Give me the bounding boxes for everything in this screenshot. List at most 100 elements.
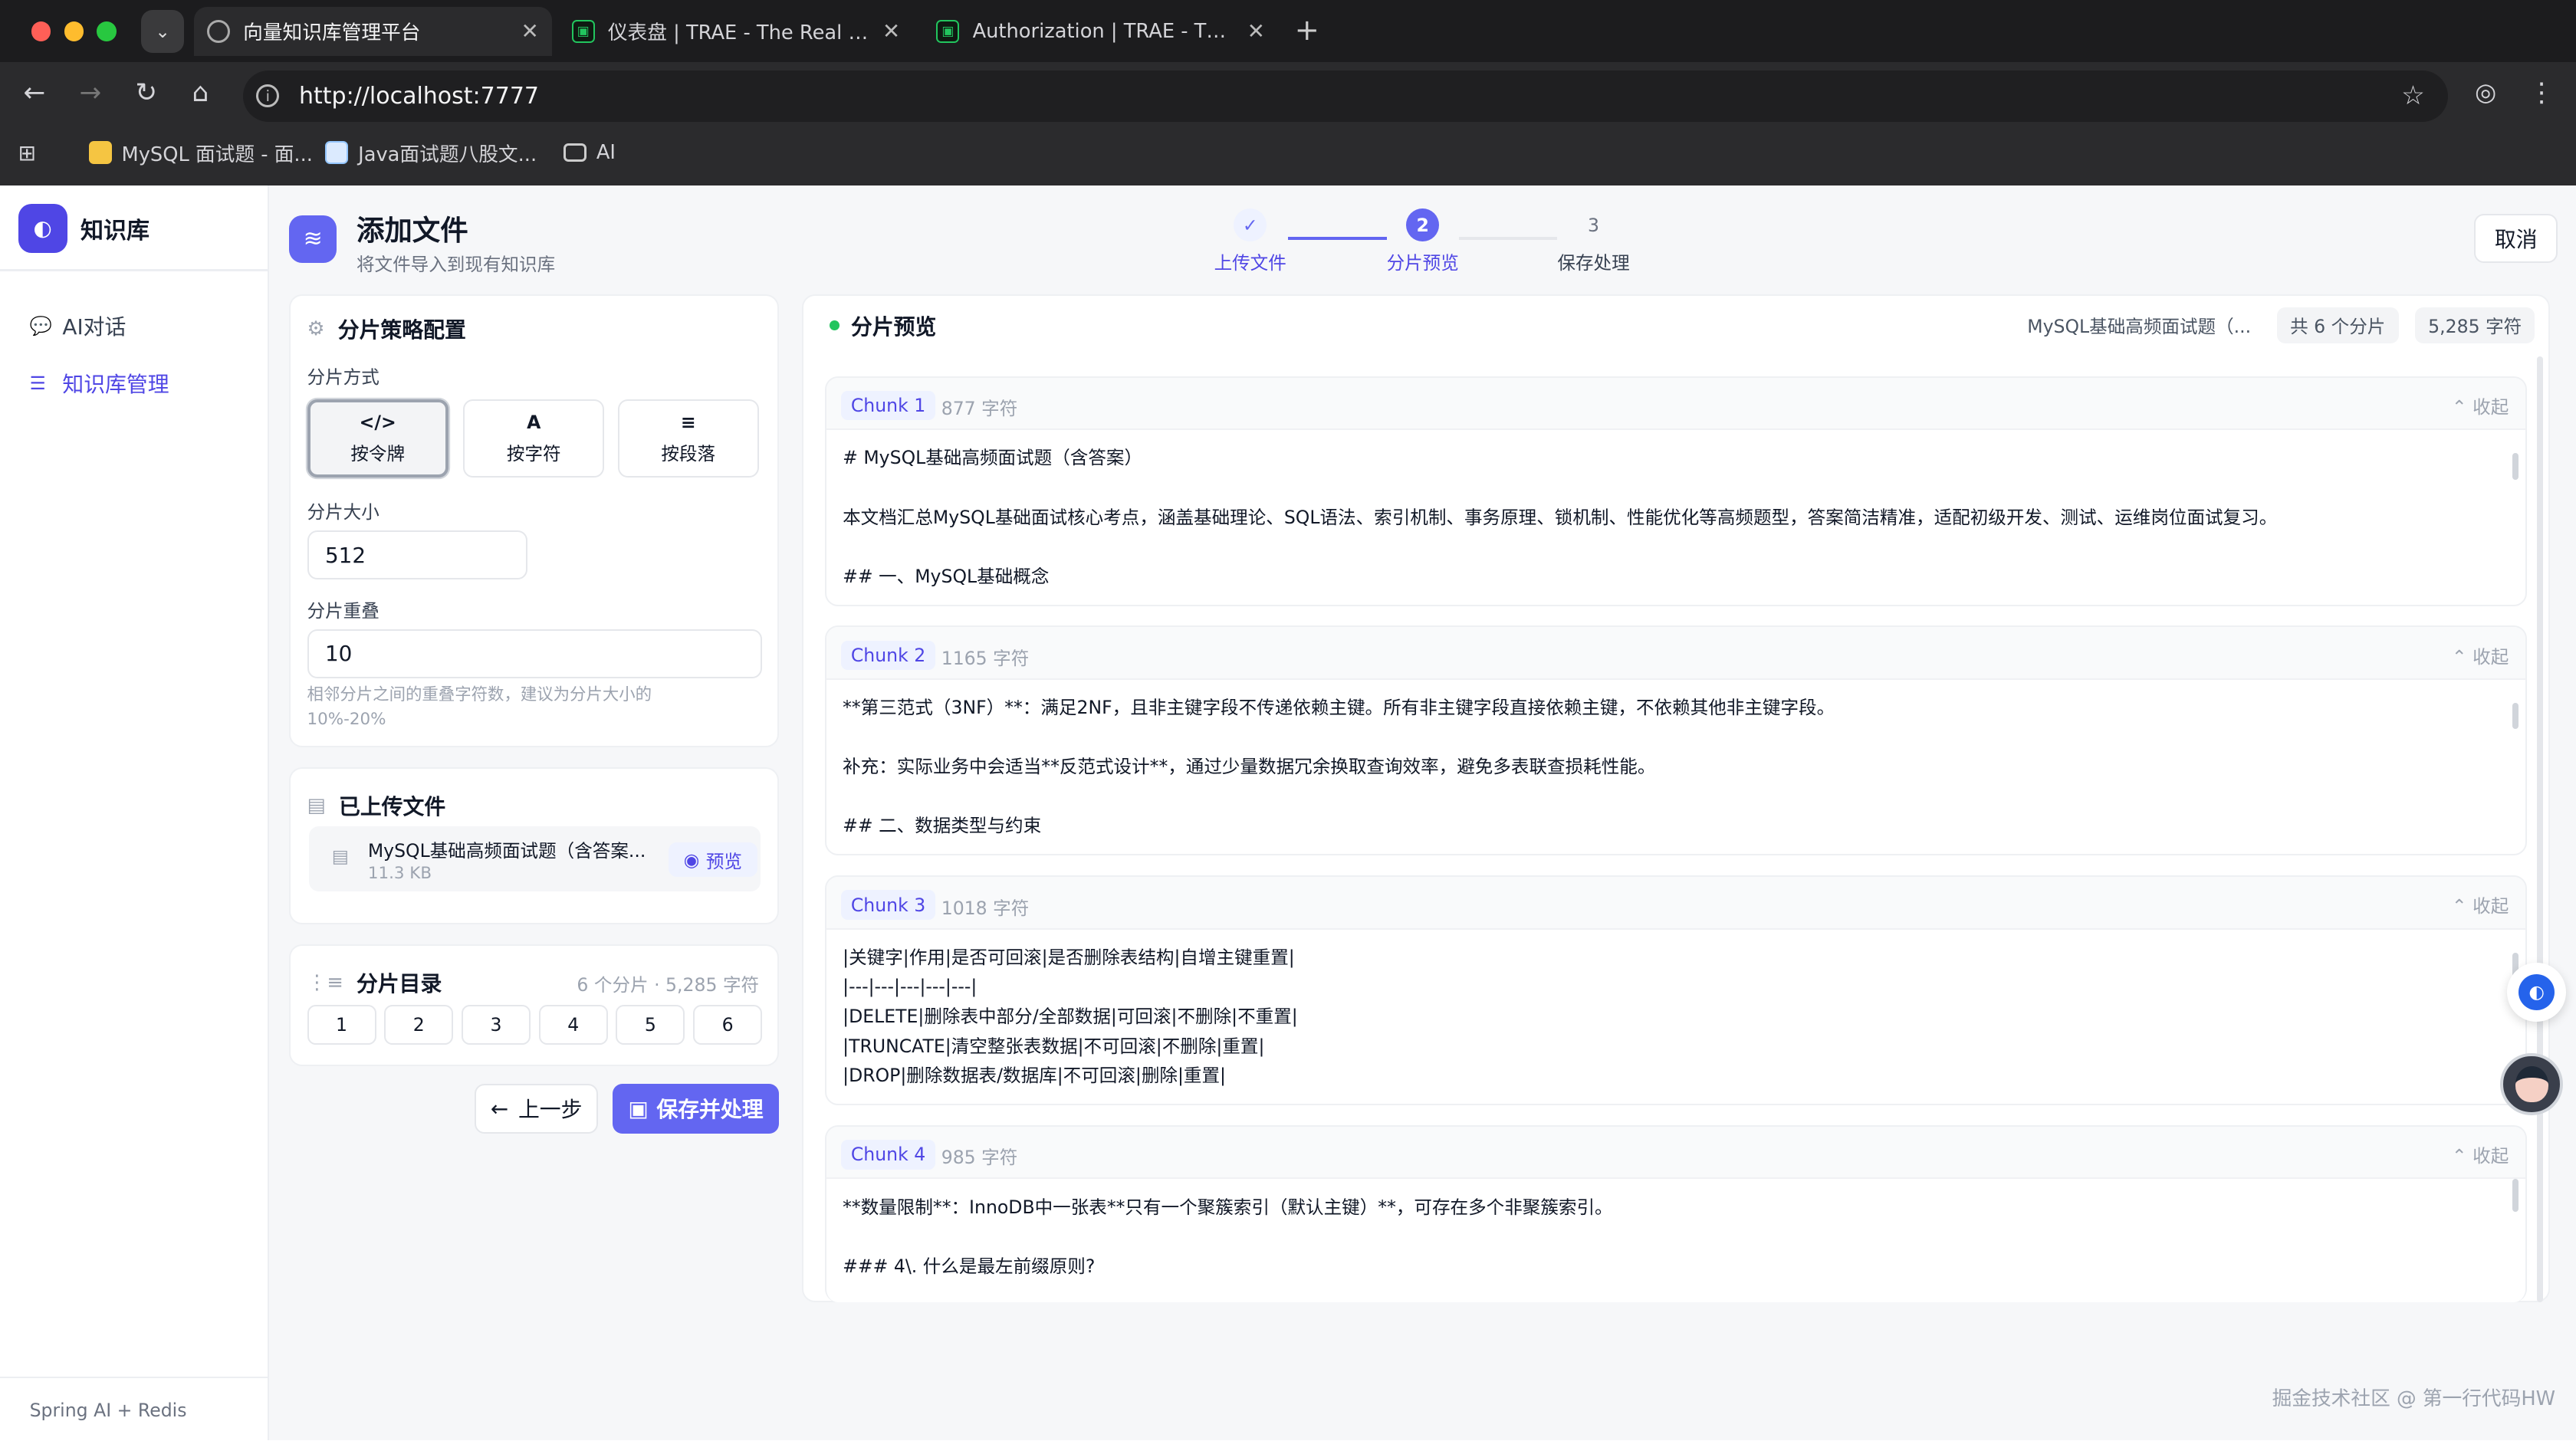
chunk-content: **数量限制**：InnoDB中一张表**只有一个聚簇索引（默认主键）**，可存… [843, 1196, 1613, 1277]
save-and-process-button[interactable]: ▣ 保存并处理 [613, 1084, 779, 1134]
paragraph-icon: ≡ [680, 411, 696, 433]
chunk-nav-button[interactable]: 2 [384, 1005, 454, 1045]
chunk-size-input[interactable]: 512 [307, 530, 527, 580]
url-text[interactable]: http://localhost:7777 [299, 83, 539, 110]
check-icon: ✓ [1234, 208, 1267, 241]
file-size: 11.3 KB [367, 863, 432, 883]
chunk-tag: Chunk 4 [840, 1139, 936, 1170]
cancel-button[interactable]: 取消 [2474, 213, 2558, 263]
chunk-tag: Chunk 2 [840, 640, 936, 671]
mode-label: 分片方式 [307, 366, 380, 389]
chunk-content: **第三范式（3NF）**：满足2NF，且非主键字段不传递依赖主键。所有非主键字… [843, 697, 1835, 837]
bookmark-mysql[interactable]: MySQL 面试题 - 面... [88, 136, 313, 169]
chunk-content: # MySQL基础高频面试题（含答案） 本文档汇总MySQL基础面试核心考点，涵… [843, 447, 2278, 587]
apps-grid-icon[interactable]: ⊞ [18, 136, 36, 169]
eye-icon: ◉ [683, 849, 700, 871]
chunk-header: Chunk 1 877 字符 ⌃ 收起 [826, 377, 2525, 431]
assistant-chat-button[interactable]: ◐ [2507, 962, 2567, 1022]
chunk-card: Chunk 4 985 字符 ⌃ 收起 **数量限制**：InnoDB中一张表*… [824, 1124, 2527, 1303]
chunk-count-pill: 共 6 个分片 [2276, 307, 2399, 343]
new-tab-button[interactable]: + [1295, 13, 1319, 48]
file-name: MySQL基础高频面试题（含答案... [367, 839, 646, 862]
status-dot [830, 320, 840, 330]
tab-trae-authorization[interactable]: ▣ Authorization | TRAE - The Real AI Eng… [923, 7, 1278, 56]
chunk-header: Chunk 3 1018 字符 ⌃ 收起 [826, 877, 2525, 930]
chunk-nav-button[interactable]: 5 [616, 1005, 685, 1045]
chunk-scrollbar[interactable] [2512, 702, 2519, 730]
site-info-icon[interactable]: i [256, 84, 280, 108]
bookmark-ai-folder[interactable]: AI [564, 136, 616, 169]
collapse-button[interactable]: ⌃ 收起 [2452, 1141, 2509, 1167]
chunk-header: Chunk 2 1165 字符 ⌃ 收起 [826, 627, 2525, 680]
bookmark-java[interactable]: Java面试题八股文... [325, 136, 537, 169]
chunk-scrollbar[interactable] [2512, 1179, 2519, 1213]
home-icon[interactable]: ⌂ [182, 77, 219, 108]
sidebar-item-ai-chat[interactable]: 💬 AI对话 [30, 310, 127, 341]
gears-icon: ⚙ [307, 317, 325, 341]
maximize-window-button[interactable] [97, 21, 117, 41]
back-arrow-icon[interactable]: ← [16, 77, 52, 108]
step-save: 3 保存处理 [1557, 208, 1629, 274]
address-bar[interactable]: i http://localhost:7777 ☆ [243, 71, 2448, 122]
browser-chrome: ⌄ 向量知识库管理平台 ✕ ▣ 仪表盘 | TRAE - The Real AI… [0, 0, 2576, 186]
tab-trae-dashboard[interactable]: ▣ 仪表盘 | TRAE - The Real AI Engineer ✕ [559, 7, 914, 56]
arrow-left-icon: ← [490, 1095, 509, 1121]
close-tab-icon[interactable]: ✕ [1247, 18, 1265, 44]
preview-title: 分片预览 [850, 313, 937, 340]
tab-strip: ⌄ 向量知识库管理平台 ✕ ▣ 仪表盘 | TRAE - The Real AI… [0, 0, 2576, 63]
char-count-pill: 5,285 字符 [2414, 307, 2535, 343]
footer-text: Spring AI + Redis [29, 1399, 187, 1421]
close-tab-icon[interactable]: ✕ [521, 18, 539, 44]
scrollbar[interactable] [2536, 356, 2544, 1303]
mode-token-button[interactable]: </> 按令牌 [307, 399, 449, 478]
ordered-list-icon: ⋮≡ [307, 970, 343, 994]
mode-paragraph-button[interactable]: ≡ 按段落 [617, 399, 759, 478]
size-label: 分片大小 [307, 501, 380, 524]
sidebar-item-knowledge-management[interactable]: ☰ 知识库管理 [30, 368, 169, 399]
catalog-summary: 6 个分片 · 5,285 字符 [577, 974, 760, 996]
menu-icon[interactable]: ⋮ [2523, 77, 2559, 108]
chunk-card: Chunk 3 1018 字符 ⌃ 收起 |关键字|作用|是否可回滚|是否删除表… [824, 875, 2527, 1106]
brain-icon: ◐ [18, 203, 67, 253]
previous-step-button[interactable]: ← 上一步 [475, 1084, 598, 1134]
chevron-up-icon: ⌃ [2451, 396, 2467, 418]
main-content: ≋ 添加文件 将文件导入到现有知识库 ✓ 上传文件 2 分片预览 3 保存处理 … [269, 185, 2576, 1441]
step-connector [1287, 236, 1387, 240]
chevron-up-icon: ⌃ [2451, 1145, 2467, 1167]
avatar-widget[interactable] [2500, 1052, 2563, 1115]
divider [0, 269, 270, 271]
chunk-nav-button[interactable]: 3 [461, 1005, 531, 1045]
bookmark-star-icon[interactable]: ☆ [2401, 80, 2425, 111]
mode-character-button[interactable]: A 按字符 [463, 399, 605, 478]
collapse-button[interactable]: ⌃ 收起 [2452, 642, 2509, 668]
chunk-nav-button[interactable]: 4 [538, 1005, 608, 1045]
collapse-button[interactable]: ⌃ 收起 [2452, 891, 2509, 917]
chunk-length: 877 字符 [941, 398, 1018, 420]
section-title: ⚙ 分片策略配置 [307, 317, 466, 343]
close-tab-icon[interactable]: ✕ [882, 18, 900, 44]
close-window-button[interactable] [31, 21, 51, 41]
chunk-overlap-input[interactable]: 10 [307, 629, 763, 678]
folder-icon [564, 143, 586, 162]
file-name-pill: MySQL基础高频面试题（... [2027, 316, 2252, 338]
chunk-length: 1165 字符 [941, 647, 1030, 669]
trae-icon: ▣ [571, 19, 595, 43]
tab-knowledge-platform[interactable]: 向量知识库管理平台 ✕ [193, 6, 552, 56]
chunk-scrollbar[interactable] [2512, 453, 2519, 480]
trae-icon: ▣ [936, 19, 960, 43]
database-icon: ≋ [289, 215, 337, 263]
chunk-nav-button[interactable]: 1 [307, 1005, 376, 1045]
brand[interactable]: ◐ 知识库 [18, 203, 150, 253]
reload-icon[interactable]: ↻ [128, 77, 164, 108]
collapse-button[interactable]: ⌃ 收起 [2452, 392, 2509, 419]
letter-icon: A [527, 411, 541, 433]
minimize-window-button[interactable] [64, 21, 84, 41]
preview-file-button[interactable]: ◉ 预览 [668, 842, 757, 878]
forward-arrow-icon[interactable]: → [72, 77, 108, 108]
tab-search-button[interactable]: ⌄ [141, 9, 184, 53]
file-icon: ▤ [307, 793, 326, 817]
chunk-nav-button[interactable]: 6 [693, 1005, 763, 1045]
profile-icon[interactable]: ◎ [2468, 77, 2504, 107]
list-icon: ☰ [29, 372, 46, 394]
chunk-card: Chunk 2 1165 字符 ⌃ 收起 **第三范式（3NF）**：满足2NF… [824, 625, 2527, 856]
